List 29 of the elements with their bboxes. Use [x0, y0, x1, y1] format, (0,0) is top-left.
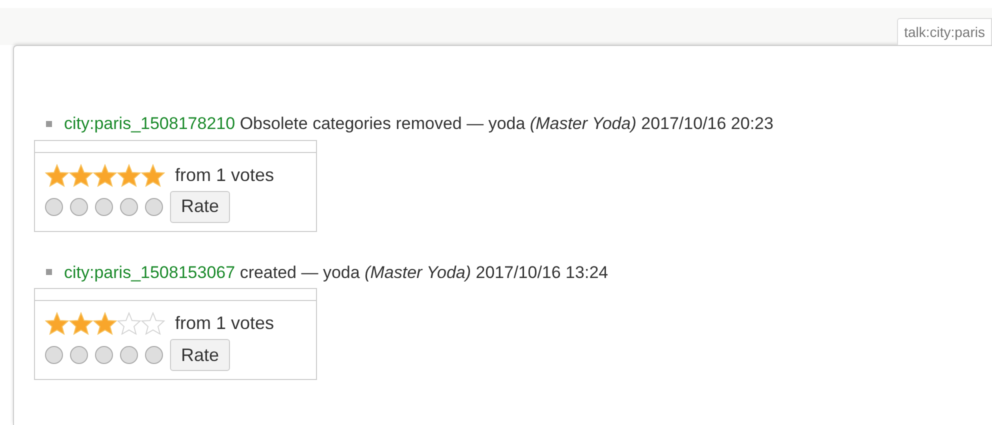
bullet-icon: [46, 120, 52, 127]
filled-star-icon: [93, 164, 117, 186]
filled-star-icon: [45, 164, 69, 186]
filled-star-icon: [117, 164, 141, 186]
filled-star-icon: [141, 164, 165, 186]
filled-star-icon: [45, 312, 69, 335]
rating-radio[interactable]: [120, 198, 138, 216]
rating-radio[interactable]: [145, 346, 163, 364]
revision-entry: city:paris_1508153067 created — yoda (Master Yoda) 2017/10/16 13:24: [64, 262, 608, 284]
revision-entry: city:paris_1508178210 Obsolete categories removed — yoda (Master Yoda) 2017/10/16 20:23: [64, 113, 774, 135]
page-tab[interactable]: talk:city:paris: [897, 18, 992, 45]
rating-radio[interactable]: [95, 346, 113, 364]
rating-radio[interactable]: [70, 198, 88, 216]
rating-radio[interactable]: [45, 346, 63, 364]
rating-radio[interactable]: [70, 346, 88, 364]
bullet-icon: [46, 269, 52, 276]
revision-link[interactable]: city:paris_1508178210: [64, 114, 236, 133]
rate-button[interactable]: Rate: [170, 339, 230, 371]
rating-radio[interactable]: [45, 198, 63, 216]
filled-star-icon: [69, 164, 93, 186]
rating-radio[interactable]: [120, 346, 138, 364]
rate-button[interactable]: Rate: [170, 190, 230, 222]
filled-star-icon: [69, 312, 93, 335]
revision-link[interactable]: city:paris_1508153067: [64, 262, 236, 282]
filled-star-icon: [93, 312, 117, 335]
vote-count: from 1 votes: [175, 164, 274, 186]
vote-count: from 1 votes: [175, 312, 274, 335]
rating-radio[interactable]: [145, 198, 163, 216]
rating-radio[interactable]: [95, 198, 113, 216]
